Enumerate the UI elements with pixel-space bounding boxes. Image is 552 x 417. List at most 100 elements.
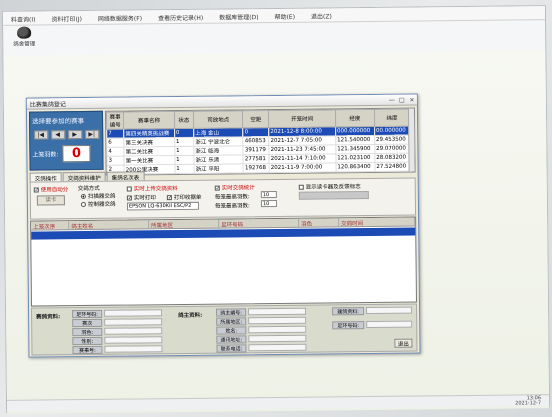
grid-column-header[interactable]: 上笼次序 [31, 221, 70, 231]
caged-count-label: 上笼羽数: [32, 151, 59, 159]
menu-item[interactable]: 退出(Z) [303, 8, 340, 21]
prev-record-button[interactable]: ◀ [50, 130, 65, 140]
menu-item[interactable]: 料查询(I) [3, 11, 44, 24]
owner-field-value [248, 343, 307, 352]
race-column-header[interactable]: 空距 [242, 110, 269, 128]
desktop: 料查询(I) 资料打印(J) 网络数据服务(F) 查看历史记录(H) 数据库管理(D) 帮… [1, 5, 551, 414]
printer-select[interactable]: EPSON LQ-630KII ESC/P2 [126, 201, 200, 211]
use-auto-collect-checkbox[interactable]: 使用自动分 [33, 185, 68, 193]
controller-collect-radio[interactable]: 控制器交鸽 [80, 200, 115, 208]
caged-count-value: 0 [62, 144, 91, 163]
race-column-header[interactable]: 赛事名称 [123, 111, 175, 130]
owner-field-value [248, 334, 307, 343]
pigeon-field-label: 羽色: [72, 327, 103, 337]
race-cell: 1 [174, 146, 194, 156]
race-cell: 0 [174, 128, 194, 138]
race-cell: 浙江 平阳 [194, 163, 244, 174]
race-table-scrollbar[interactable] [407, 108, 415, 172]
race-column-header[interactable]: 经度 [335, 109, 375, 127]
owner-field-label: 姓名: [216, 326, 247, 335]
pigeon-field-label: 赛事号: [72, 345, 103, 355]
menu-item[interactable]: 查看历史记录(H) [150, 10, 211, 24]
grid-column-header[interactable]: 羽色 [299, 218, 340, 228]
window-title: 比赛集鸽登记 [29, 100, 66, 109]
race-cell: 00.000000 [374, 126, 410, 136]
grid-column-header[interactable]: 鸽主姓名 [69, 220, 150, 230]
owner-info-label: 鸽主资料: [178, 312, 203, 320]
race-cell: 121.540000 [335, 135, 375, 145]
taskbar-clock: 13:06 2021-12-7 [515, 395, 542, 407]
race-cell: 1 [174, 164, 195, 174]
pigeon-field-label: 赛次 [72, 318, 103, 328]
owner-field-label: 联系电话: [216, 344, 247, 353]
menu-item[interactable]: 数据库管理(D) [211, 9, 266, 23]
race-column-header[interactable]: 司放地点 [193, 110, 244, 129]
last-record-button[interactable]: ▶| [84, 129, 99, 139]
record-navigator: |◀ ◀ ▶ ▶| [30, 128, 102, 142]
close-button[interactable]: × [407, 96, 417, 103]
pigeon-field-value [104, 327, 163, 335]
read-card-button[interactable]: 读卡 [36, 195, 65, 206]
owner-field-label: 通讯地址: [216, 335, 247, 344]
collected-pigeons-grid: 上笼次序 鸽主姓名 所属地区 足环号码 羽色 交鸽时间 [30, 216, 417, 307]
cage-max-stepper[interactable]: 10 [260, 190, 277, 199]
collect-options-panel: 使用自动分 读卡 交鸽方式 扫描器交鸽 控制器交鸽 实时上传交鸽资料 实时打印 … [29, 177, 417, 220]
race-column-header[interactable]: 状态 [174, 111, 194, 129]
pigeon-manage-button[interactable]: 鸽舍管理 [9, 26, 39, 54]
pigeon-field-value [104, 309, 163, 317]
race-cell: 28.083200 [374, 153, 411, 163]
realtime-stats-checkbox[interactable]: 实时交鸽统计 [214, 183, 255, 192]
race-cell: 1 [174, 137, 194, 147]
maximize-button[interactable]: □ [397, 96, 407, 103]
detail-panel: 赛鸽资料: 足环号码: 赛次 羽色: 性别: 赛事号: 鸽主资料: 鸽主编号: 所属地区:… [31, 303, 418, 356]
cage-unit-stepper[interactable]: 10 [260, 199, 277, 208]
show-reader-checkbox[interactable]: 显示读卡器及反馈标志 [298, 182, 361, 191]
grid-column-header[interactable]: 足环号码 [219, 218, 300, 229]
race-cell: 192768 [243, 163, 270, 173]
pigeon-field-value [104, 318, 163, 326]
cage-max-label: 每笼最高羽数: [214, 194, 250, 201]
race-cell: 277581 [243, 154, 270, 164]
menu-item[interactable]: 网络数据服务(F) [90, 10, 150, 24]
select-race-prompt: 选择要参加的赛事 [32, 117, 85, 126]
menu-item[interactable]: 资料打印(J) [43, 11, 90, 24]
race-cell: 391179 [243, 145, 270, 155]
owner-field-value [248, 325, 307, 334]
race-column-header[interactable]: 纬度 [374, 109, 410, 127]
menu-item[interactable]: 帮助(E) [266, 9, 303, 22]
minimize-button[interactable]: — [387, 96, 397, 103]
print-receipt-checkbox[interactable]: 打印收据单 [166, 193, 201, 201]
grid-column-header[interactable]: 所属地区 [149, 219, 220, 229]
menu-bar: 料查询(I) 资料打印(J) 网络数据服务(F) 查看历史记录(H) 数据库管理(D) 帮… [2, 6, 546, 26]
right-ring-value [366, 320, 413, 329]
race-cell: 121.345900 [335, 144, 375, 154]
race-cell: 29.453500 [374, 135, 410, 145]
cage-unit-label: 每笼最高羽数: [214, 203, 250, 210]
race-cell: 7 [106, 129, 124, 139]
collect-mode-label: 交鸽方式 [77, 185, 100, 193]
race-cell: 29.070000 [374, 144, 410, 154]
realtime-print-checkbox[interactable]: 实时打印 [126, 193, 156, 201]
right-ring-label: 足环号码: [332, 321, 365, 330]
owner-field-value [248, 307, 307, 316]
race-cell: 2021-11-9 7:00:00 [269, 162, 336, 173]
owner-field-label: 鸽主编号: [216, 308, 247, 317]
race-column-header[interactable]: 赛事编号 [106, 112, 124, 130]
exit-button[interactable]: 退出 [394, 338, 413, 348]
next-record-button[interactable]: ▶ [67, 130, 82, 140]
owner-field-value [248, 316, 307, 325]
race-cell: 第四关精英挑战赛 [123, 128, 175, 139]
realtime-upload-checkbox[interactable]: 实时上传交鸽资料 [126, 184, 178, 193]
race-collection-window: 比赛集鸽登记 — □ × 选择要参加的赛事 |◀ ◀ ▶ ▶| 上笼羽数: 0 … [25, 93, 421, 358]
first-record-button[interactable]: |◀ [33, 130, 48, 140]
pigeon-field-value [104, 336, 163, 344]
race-select-panel: 选择要参加的赛事 |◀ ◀ ▶ ▶| 上笼羽数: 0 [28, 110, 104, 171]
race-cell: 6 [106, 138, 125, 148]
pigeon-field-label: 性别: [72, 336, 103, 346]
grid-column-header[interactable]: 交鸽时间 [339, 217, 416, 227]
race-cell: 121.023100 [335, 153, 375, 163]
race-cell: 120.863400 [335, 162, 375, 172]
race-column-header[interactable]: 开笼时间 [268, 109, 336, 128]
race-cell: 1 [174, 155, 195, 165]
pigeon-info-label: 赛鸽资料: [36, 314, 61, 321]
